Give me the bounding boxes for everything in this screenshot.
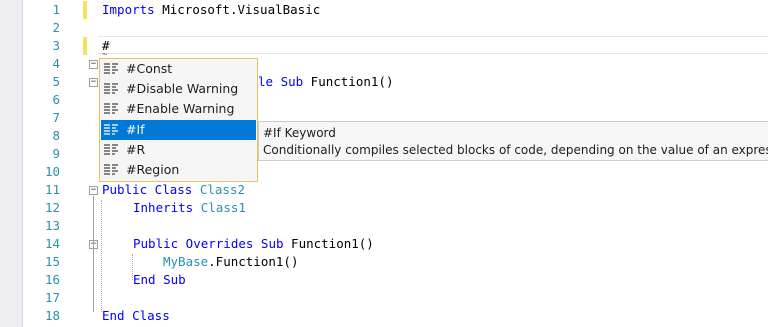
completion-list[interactable]: #Const #Disable Warning #Enable Warning …: [99, 58, 258, 182]
current-line-highlight: [98, 36, 768, 54]
completion-label: #Const: [126, 61, 173, 76]
completion-item[interactable]: #Const: [101, 59, 256, 79]
line-number: 16: [44, 272, 60, 287]
snippet-icon: [104, 164, 118, 175]
line-number: 11: [44, 182, 60, 197]
completion-item-selected[interactable]: #If: [101, 120, 256, 140]
tooltip-description: Conditionally compiles selected blocks o…: [263, 143, 768, 157]
code-line-18[interactable]: End Class: [102, 307, 170, 325]
type-name: Class2: [192, 182, 245, 197]
snippet-icon: [104, 124, 118, 135]
code-line-11[interactable]: Public Class Class2: [102, 181, 245, 199]
snippet-icon: [104, 83, 118, 94]
line-number: 3: [52, 38, 60, 53]
editor-margin: [0, 0, 23, 327]
code-text: Function1(): [283, 236, 374, 251]
line-number: 1: [52, 2, 60, 17]
keyword: MyBase: [163, 254, 209, 269]
line-number: 6: [52, 92, 60, 107]
tooltip-title: #If Keyword: [263, 126, 336, 140]
code-text: .Function1(): [208, 254, 299, 269]
collapse-icon[interactable]: −: [89, 60, 98, 69]
completion-label: #Region: [126, 162, 180, 177]
code-text: Microsoft.VisualBasic: [154, 2, 321, 17]
line-number: 8: [52, 128, 60, 143]
code-line-16[interactable]: End Sub: [133, 271, 186, 289]
keyword: End Class: [102, 308, 170, 323]
line-number: 5: [52, 74, 60, 89]
completion-label: #Enable Warning: [126, 101, 235, 116]
keyword: Imports: [102, 2, 155, 17]
type-name: Class1: [193, 200, 246, 215]
change-marker: [83, 1, 87, 19]
code-text: Function1(): [303, 74, 394, 89]
code-line-1[interactable]: Imports Microsoft.VisualBasic: [102, 1, 320, 19]
outline-line: [93, 250, 94, 284]
keyword: le Sub: [258, 74, 304, 89]
collapse-icon[interactable]: −: [89, 78, 98, 87]
line-number: 10: [44, 164, 60, 179]
keyword: Inherits: [133, 200, 194, 215]
completion-label: #R: [126, 142, 146, 157]
line-number: 12: [44, 200, 60, 215]
snippet-icon: [104, 144, 118, 155]
line-number: 4: [52, 56, 60, 71]
indent-guide: [101, 200, 102, 312]
completion-item[interactable]: #Region: [101, 160, 256, 180]
keyword: Public Class: [102, 182, 193, 197]
keyword: Public Overrides Sub: [133, 236, 284, 251]
completion-label: #If: [126, 122, 145, 137]
collapse-icon[interactable]: −: [89, 186, 98, 195]
code-line-15[interactable]: MyBase.Function1(): [163, 253, 298, 271]
change-marker: [83, 37, 87, 55]
line-number: 14: [44, 236, 60, 251]
quick-info-tooltip: #If Keyword Conditionally compiles selec…: [258, 121, 768, 161]
line-number: 17: [44, 290, 60, 305]
completion-item[interactable]: #Enable Warning: [101, 99, 256, 119]
snippet-icon: [104, 103, 118, 114]
snippet-icon: [104, 63, 118, 74]
code-line-12[interactable]: Inherits Class1: [133, 199, 246, 217]
line-number: 2: [52, 20, 60, 35]
line-number: 15: [44, 254, 60, 269]
code-line-5-partial[interactable]: le Sub Function1(): [258, 73, 393, 91]
completion-item[interactable]: #R: [101, 140, 256, 160]
code-line-14[interactable]: Public Overrides Sub Function1(): [133, 235, 374, 253]
line-number: 7: [52, 110, 60, 125]
line-number: 13: [44, 218, 60, 233]
line-number: 18: [44, 308, 60, 323]
keyword: End Sub: [133, 272, 186, 287]
completion-item[interactable]: #Disable Warning: [101, 79, 256, 99]
completion-label: #Disable Warning: [126, 81, 239, 96]
line-number: 9: [52, 146, 60, 161]
